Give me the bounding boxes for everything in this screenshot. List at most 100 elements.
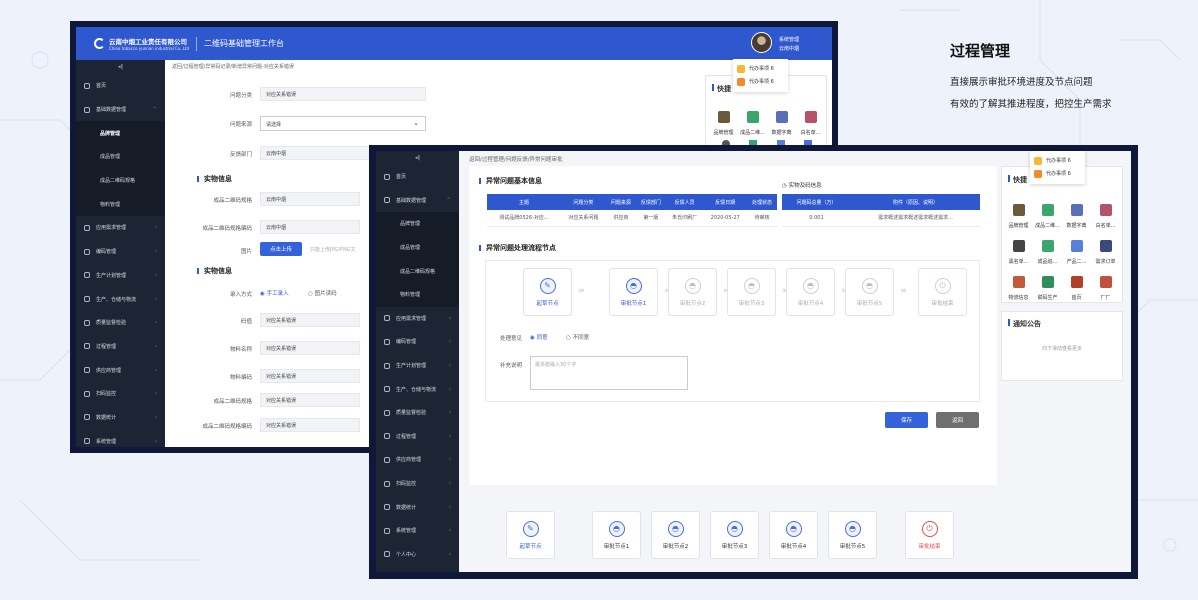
quick-item[interactable]: 成品追... [1033, 229, 1062, 265]
sidebar-item[interactable]: 扫码监控 › [76, 382, 165, 406]
sidebar-item[interactable]: 应用需求管理 › [76, 216, 165, 240]
flow-node-approval[interactable]: ◓ 审批节点1 [609, 268, 658, 316]
spec-code-field[interactable]: 云南中烟 [260, 220, 360, 234]
avatar[interactable] [751, 32, 772, 53]
user-icon [384, 551, 390, 558]
flow-node-approval[interactable]: ◓ 审批节点5 [845, 268, 894, 316]
sidebar-item[interactable]: 生产、仓储与物流 › [376, 377, 459, 401]
sidebar-item[interactable]: 首页 [376, 165, 459, 189]
flow-node-approval[interactable]: ◓ 审批节点5 [828, 511, 877, 559]
save-button[interactable]: 保存 [885, 412, 928, 428]
chevron-right-icon: › [448, 480, 451, 488]
quick-item[interactable]: 成品二维... [738, 102, 767, 136]
sidebar-item[interactable]: 成品二维码规格 [76, 168, 165, 193]
edit-icon: ✎ [522, 520, 539, 537]
quick-item[interactable]: 品牌管理 [1004, 193, 1033, 229]
todo-item[interactable]: 代办事项 6 [737, 62, 784, 75]
sidebar-collapse-button[interactable]: ◂‖ [376, 151, 459, 165]
quick-item[interactable]: 白名单... [1091, 193, 1120, 229]
sidebar-item[interactable]: 首页 [76, 74, 165, 98]
flow-node-end[interactable]: ⏻ 审批结束 [905, 511, 954, 559]
sidebar-item[interactable]: 过程管理 › [376, 425, 459, 449]
quick-item[interactable]: 首页 [1062, 265, 1091, 301]
flow-node-draft[interactable]: ✎ 起草节点 [506, 511, 555, 559]
flow-node-end[interactable]: ⏻ 审批结束 [918, 268, 967, 316]
problem-type-field[interactable]: 对应关系错误 [260, 87, 426, 101]
quick-item[interactable]: 需求订单 [1091, 229, 1120, 265]
book-icon [1070, 204, 1083, 216]
sidebar-item[interactable]: 生产、仓储与物流 › [76, 287, 165, 311]
quick-item[interactable]: 数据字典 [1062, 193, 1091, 229]
quick-item[interactable]: 成品二维... [1033, 193, 1062, 229]
flow-node-approval[interactable]: ◓ 审批节点4 [769, 511, 818, 559]
cube-icon [384, 315, 390, 322]
sidebar-item[interactable]: 物料管理 [76, 192, 165, 217]
entry-mode-image-radio[interactable]: ○ 图片读码 [308, 289, 337, 297]
sidebar-item[interactable]: 品牌管理 [76, 121, 165, 146]
sidebar-item[interactable]: 数据统计 › [76, 406, 165, 430]
code-field[interactable]: 对应关系错误 [260, 313, 360, 327]
sidebar-item-label: 成品二维码规格 [400, 268, 436, 275]
quick-item[interactable]: 品牌管理 [709, 102, 738, 136]
sidebar-item[interactable]: 质量监督检验 › [76, 311, 165, 335]
spec-field[interactable]: 云南中烟 [260, 192, 360, 206]
back-button[interactable]: 返回 [936, 412, 979, 428]
front-breadcrumb[interactable]: 返回/过程管理/问题反馈/异常问题审批 [469, 155, 563, 163]
sidebar-item[interactable]: 品牌管理 [376, 212, 459, 236]
todo-item[interactable]: 代办事项 6 [737, 75, 784, 88]
todo-item[interactable]: 代办事项 6 [1034, 154, 1081, 167]
quick-item[interactable]: 白名单... [796, 102, 825, 136]
opinion-disagree-radio[interactable]: ○ 不同意 [566, 333, 589, 341]
sidebar-item-label: 应用需求管理 [96, 225, 127, 232]
flow-node-approval[interactable]: ◓ 审批节点1 [592, 511, 641, 559]
problem-source-select[interactable]: 请选择 ⌄ [260, 116, 426, 131]
sidebar-collapse-button[interactable]: ◂‖ [76, 60, 165, 74]
quick-item[interactable]: 黑名单... [1004, 229, 1033, 265]
upload-button[interactable]: 点击上传 [260, 242, 302, 256]
sidebar-item[interactable]: 系统管理 › [376, 519, 459, 543]
flow-node-approval[interactable]: ◓ 审批节点4 [786, 268, 835, 316]
material-code-field[interactable]: 对应关系错误 [260, 369, 360, 383]
spec2-field[interactable]: 对应关系错误 [260, 393, 360, 407]
flow-node-draft[interactable]: ✎ 起草节点 [523, 268, 572, 316]
sidebar-item[interactable]: 过程管理 › [76, 335, 165, 359]
sidebar-item[interactable]: 物料管理 [376, 282, 459, 307]
sidebar-item[interactable]: 编码管理 › [76, 240, 165, 264]
sidebar-item[interactable]: 生产计划管理 › [76, 264, 165, 288]
dept-label: 反馈部门 [229, 152, 252, 158]
quick-item[interactable]: 物流信息 [1004, 265, 1033, 301]
sidebar-item[interactable]: 个人中心 › [376, 543, 459, 567]
sidebar-item[interactable]: 数据统计 › [376, 495, 459, 519]
flow-node-approval[interactable]: ◓ 审批节点2 [651, 511, 700, 559]
note-textarea[interactable]: 最多能输入30个字 [530, 356, 688, 390]
quick-item[interactable]: 数据字典 [767, 102, 796, 136]
quick-item[interactable]: 产品二... [1062, 229, 1091, 265]
flow-node-approval[interactable]: ◓ 审批节点3 [710, 511, 759, 559]
sidebar-item[interactable]: 应用需求管理 › [376, 307, 459, 331]
sidebar-item[interactable]: 质量监督检验 › [376, 401, 459, 425]
quick-item[interactable]: 赋码生产 [1033, 265, 1062, 301]
chevron-up-icon: ⌃ [151, 106, 157, 114]
todo-item[interactable]: 代办事项 6 [1034, 167, 1081, 180]
chevron-right-icon: › [448, 314, 451, 322]
sidebar-item[interactable]: 成品管理 [76, 145, 165, 169]
back-breadcrumb[interactable]: 返回/过程管理/异常码记录/新增异常问题-对应关系错误 [172, 63, 294, 70]
material-name-field[interactable]: 对应关系错误 [260, 341, 360, 355]
sidebar-item[interactable]: 成品管理 [376, 235, 459, 260]
entry-mode-manual-radio[interactable]: ◉ 手工录入 [260, 289, 289, 297]
table-header-row: 主题 问题分类 问题来源 反馈部门 反馈人员 反馈日期 处理状态 [487, 194, 777, 210]
sidebar-item[interactable]: 基础数据管理 ⌃ [376, 189, 459, 213]
sidebar-item[interactable]: 成品二维码规格 [376, 259, 459, 283]
sidebar-item[interactable]: 生产计划管理 › [376, 354, 459, 378]
flow-node-approval[interactable]: ◓ 审批节点2 [668, 268, 717, 316]
sidebar-item[interactable]: 供应商管理 › [76, 358, 165, 382]
sidebar-item[interactable]: 系统管理 › [76, 429, 165, 447]
flow-node-approval[interactable]: ◓ 审批节点3 [727, 268, 776, 316]
sidebar-item[interactable]: 扫码监控 › [376, 472, 459, 496]
sidebar-item[interactable]: 编码管理 › [376, 330, 459, 354]
quick-item[interactable]: 厂厂 [1091, 265, 1120, 301]
sidebar-item[interactable]: 供应商管理 › [376, 448, 459, 472]
opinion-agree-radio[interactable]: ◉ 同意 [530, 333, 548, 341]
sidebar-item[interactable]: 基础数据管理 ⌃ [76, 98, 165, 122]
spec2-code-field[interactable]: 对应关系错误 [260, 418, 360, 432]
